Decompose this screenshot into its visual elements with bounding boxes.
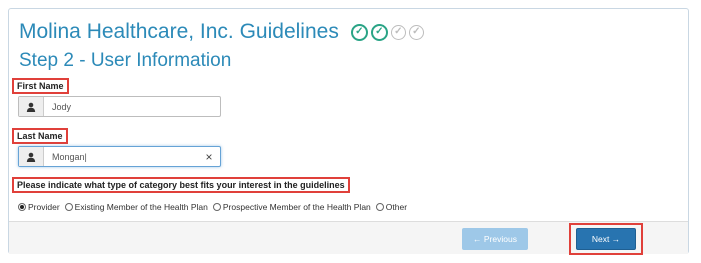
radio-button[interactable] [212, 203, 221, 211]
clear-icon[interactable]: × [198, 147, 220, 166]
next-button[interactable]: Next → [576, 228, 636, 250]
last-name-value[interactable]: Mongan| [44, 147, 198, 166]
radio-existing-member[interactable]: Existing Member of the Health Plan [64, 202, 208, 212]
last-name-label: Last Name [12, 128, 68, 144]
radio-other[interactable]: Other [375, 202, 408, 212]
previous-button[interactable]: ← Previous [462, 228, 528, 250]
step-2-complete-icon: ✓ [370, 23, 388, 41]
category-radio-group: Provider Existing Member of the Health P… [18, 202, 407, 212]
step-indicator: ✓ ✓ ✓ ✓ [350, 23, 424, 41]
step-1-complete-icon: ✓ [350, 23, 368, 41]
form-footer: ← Previous Next → [9, 221, 688, 255]
first-name-label: First Name [12, 78, 69, 94]
user-icon [19, 97, 44, 116]
step-3-pending-icon: ✓ [390, 24, 406, 40]
radio-button[interactable] [375, 203, 384, 211]
radio-provider[interactable]: Provider [18, 202, 60, 212]
first-name-value[interactable]: Jody [44, 97, 220, 116]
radio-label: Existing Member of the Health Plan [74, 202, 208, 212]
first-name-field[interactable]: Jody [18, 96, 221, 117]
radio-prospective-member[interactable]: Prospective Member of the Health Plan [212, 202, 371, 212]
page-title: Molina Healthcare, Inc. Guidelines [19, 20, 339, 43]
radio-label: Provider [28, 202, 60, 212]
guidelines-panel: Molina Healthcare, Inc. Guidelines ✓ ✓ ✓… [8, 8, 689, 255]
step-4-pending-icon: ✓ [408, 24, 424, 40]
radio-button[interactable] [64, 203, 73, 211]
header: Molina Healthcare, Inc. Guidelines ✓ ✓ ✓… [19, 17, 424, 47]
last-name-field[interactable]: Mongan| × [18, 146, 221, 167]
category-question-label: Please indicate what type of category be… [12, 177, 350, 193]
next-button-highlight: Next → [569, 223, 643, 255]
step-title: Step 2 - User Information [19, 50, 232, 71]
radio-label: Prospective Member of the Health Plan [222, 202, 371, 212]
radio-label: Other [385, 202, 408, 212]
radio-button-checked[interactable] [18, 203, 26, 211]
user-icon [19, 147, 44, 166]
